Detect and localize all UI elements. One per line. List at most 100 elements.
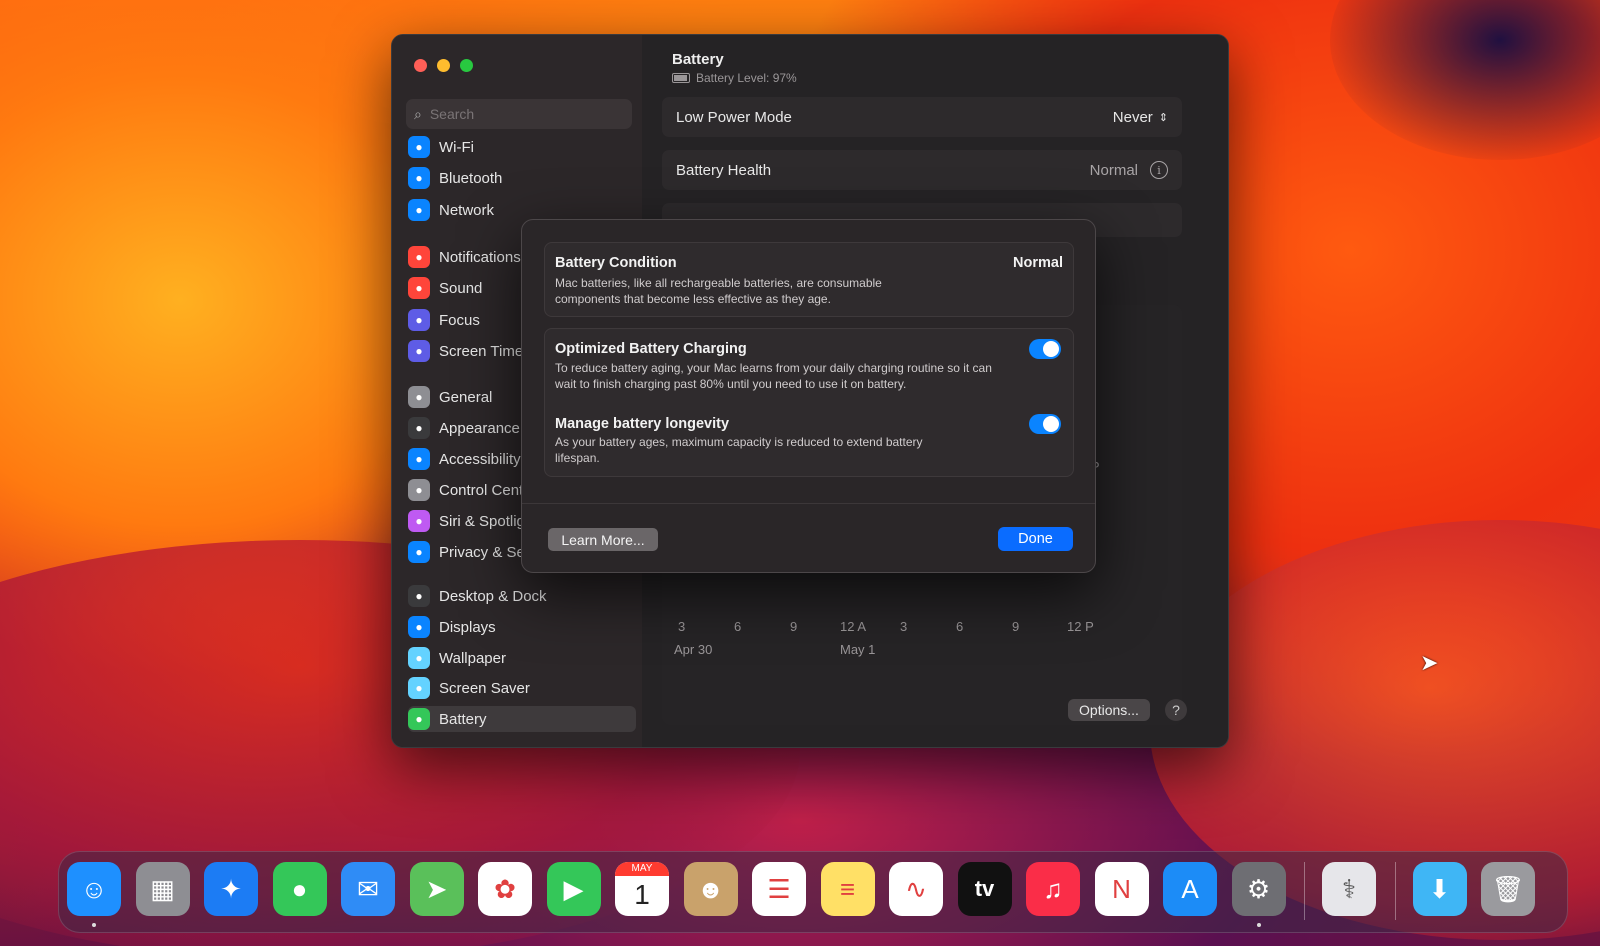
hand-icon: ● [408, 541, 430, 563]
downloads-icon[interactable]: ⬇ [1412, 862, 1467, 916]
app-store-icon[interactable]: A [1163, 862, 1217, 916]
sidebar-item-desktop-dock[interactable]: ● Desktop & Dock [408, 583, 636, 609]
trash-icon[interactable]: 🗑 [1481, 862, 1535, 916]
wallpaper-icon: ● [408, 647, 430, 669]
messages-icon[interactable]: ● [272, 862, 327, 916]
sun-icon: ● [408, 616, 430, 638]
options-button[interactable]: Options... [1068, 699, 1150, 721]
sidebar-item-label: Screen Time [439, 342, 524, 360]
sidebar-item-displays[interactable]: ● Displays [408, 614, 636, 640]
done-label: Done [1018, 531, 1053, 547]
dock-icon: ● [408, 585, 430, 607]
battery-condition-card: Battery Condition Normal Mac batteries, … [544, 242, 1074, 317]
running-indicator [1256, 923, 1261, 927]
sidebar-item-bluetooth[interactable]: ● Bluetooth [408, 165, 636, 191]
bell-icon: ● [408, 246, 430, 268]
x-axis-date: May 1 [840, 642, 876, 657]
low-power-mode-select[interactable]: Never ⇕ [1113, 109, 1168, 126]
music-icon[interactable]: ♫ [1026, 862, 1080, 916]
sidebar-item-label: Battery [439, 710, 487, 728]
battery-condition-value: Normal [1013, 255, 1063, 271]
wifi-icon: ● [408, 136, 430, 158]
speaker-icon: ● [408, 277, 430, 299]
learn-more-button[interactable]: Learn More... [548, 528, 658, 551]
zoom-window-button[interactable] [460, 59, 473, 72]
updown-chevron-icon: ⇕ [1158, 111, 1168, 124]
sidebar-item-label: Bluetooth [439, 169, 503, 187]
battery-level-text: Battery Level: 97% [696, 71, 797, 85]
control-centre-icon: ● [408, 479, 430, 501]
wallpaper-wave [1330, 0, 1600, 160]
minimize-window-button[interactable] [437, 59, 450, 72]
battery-health-value: Normal [1089, 161, 1138, 179]
charging-options-card: Optimized Battery Charging To reduce bat… [544, 328, 1074, 477]
sidebar-item-wallpaper[interactable]: ● Wallpaper [408, 645, 636, 671]
x-axis-tick: 3 [678, 619, 686, 634]
low-power-mode-value: Never [1112, 108, 1153, 126]
done-button[interactable]: Done [998, 527, 1073, 551]
x-axis-tick: 12 P [1067, 619, 1094, 634]
sidebar-item-label: Accessibility [439, 450, 521, 468]
screensaver-icon: ● [408, 677, 430, 699]
dock-separator [1304, 862, 1305, 920]
dock: ☺ ▦ ✦ ● ✉ ➤ ✿ ▶ MAY 1 ☻ ☰ ≡ ∿ tv ♫ N A ⚙ ⚕ ⬇ 🗑 [58, 851, 1568, 933]
running-indicator [92, 923, 96, 927]
siri-icon: ● [408, 510, 430, 532]
safari-icon[interactable]: ✦ [204, 862, 258, 916]
manage-longevity-description: As your battery ages, maximum capacity i… [555, 435, 923, 465]
close-window-button[interactable] [414, 59, 427, 72]
low-power-mode-label: Low Power Mode [676, 108, 792, 126]
optimized-charging-title: Optimized Battery Charging [555, 341, 747, 357]
reminders-icon[interactable]: ☰ [752, 862, 806, 916]
preview-icon[interactable]: ⚕ [1322, 862, 1376, 916]
x-axis-tick: 9 [1012, 619, 1020, 634]
freeform-icon[interactable]: ∿ [889, 862, 943, 916]
search-input[interactable]: ⌕ Search [406, 99, 632, 129]
battery-level: Battery Level: 97% [672, 71, 797, 85]
maps-icon[interactable]: ➤ [409, 862, 464, 916]
battery-condition-description: Mac batteries, like all rechargeable bat… [555, 276, 882, 306]
optimized-charging-description: To reduce battery aging, your Mac learns… [555, 361, 992, 391]
sidebar-item-wi-fi[interactable]: ● Wi-Fi [408, 134, 636, 160]
facetime-icon[interactable]: ▶ [546, 862, 601, 916]
calendar-day: 1 [634, 879, 650, 910]
system-settings-icon[interactable]: ⚙ [1231, 862, 1286, 916]
manage-longevity-title: Manage battery longevity [555, 416, 730, 432]
news-icon[interactable]: N [1094, 862, 1149, 916]
sidebar-item-label: Wallpaper [439, 649, 506, 667]
bluetooth-icon: ● [408, 167, 430, 189]
sidebar-item-label: General [439, 388, 493, 406]
optimized-charging-toggle[interactable] [1029, 339, 1061, 359]
sidebar-item-label: Notifications [439, 248, 521, 266]
appearance-icon: ● [408, 417, 430, 439]
hourglass-icon: ● [408, 340, 430, 362]
calendar-icon[interactable]: MAY 1 [615, 862, 669, 916]
photos-icon[interactable]: ✿ [478, 862, 532, 916]
manage-longevity-toggle[interactable] [1029, 414, 1061, 434]
calendar-month: MAY [615, 862, 669, 876]
x-axis-date: Apr 30 [674, 642, 713, 657]
help-button-label: ? [1172, 702, 1180, 718]
tv-icon[interactable]: tv [957, 862, 1012, 916]
info-icon[interactable]: i [1150, 161, 1168, 179]
x-axis-tick: 3 [900, 619, 908, 634]
finder-icon[interactable]: ☺ [67, 862, 121, 916]
divider [522, 503, 1095, 504]
x-axis-tick: 12 A [840, 619, 867, 634]
learn-more-label: Learn More... [561, 531, 645, 548]
notes-icon[interactable]: ≡ [820, 862, 875, 916]
search-placeholder: Search [429, 106, 475, 122]
accessibility-icon: ● [408, 448, 430, 470]
globe-icon: ● [408, 199, 430, 221]
help-button[interactable]: ? [1165, 699, 1187, 721]
sidebar-item-screen-saver[interactable]: ● Screen Saver [408, 675, 636, 701]
sidebar-item-battery[interactable]: ● Battery [408, 706, 636, 732]
x-axis-tick: 9 [790, 619, 798, 634]
contacts-icon[interactable]: ☻ [683, 862, 738, 916]
launchpad-icon[interactable]: ▦ [135, 862, 190, 916]
sidebar-item-label: Focus [439, 311, 480, 329]
battery-health-label: Battery Health [676, 161, 772, 179]
sidebar-item-label: Sound [439, 279, 483, 297]
tv-label: tv [974, 876, 995, 901]
mail-icon[interactable]: ✉ [341, 862, 395, 916]
